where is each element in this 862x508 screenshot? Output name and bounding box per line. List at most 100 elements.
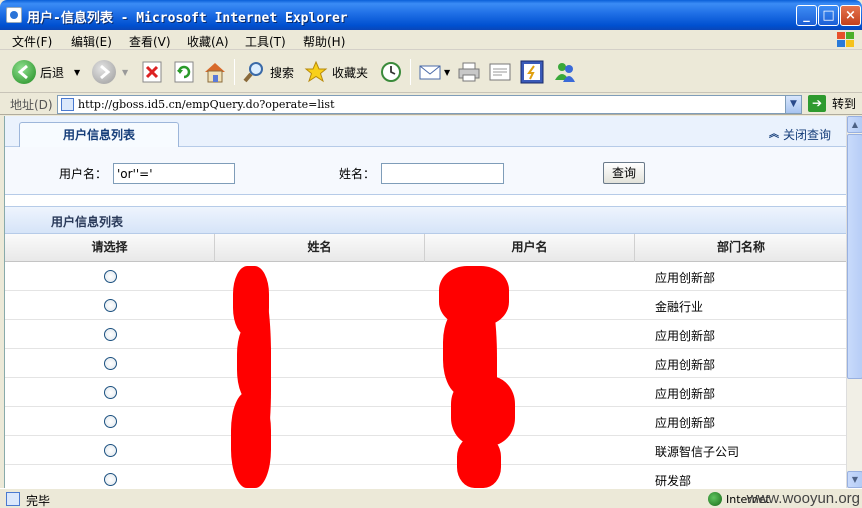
toolbar: 后退 ▼ ▼ 搜索 收藏夹 ▼ bbox=[0, 51, 862, 93]
row-radio[interactable] bbox=[104, 386, 117, 399]
printer-icon bbox=[458, 62, 480, 82]
scroll-down-icon[interactable]: ▼ bbox=[847, 471, 862, 488]
table-row[interactable]: 应用创新部 bbox=[5, 320, 846, 349]
username-input[interactable] bbox=[113, 163, 235, 184]
toolbar-separator bbox=[410, 59, 411, 85]
close-button[interactable]: × bbox=[840, 5, 861, 26]
table-row[interactable]: 应用创新部 bbox=[5, 262, 846, 291]
window-title: 用户-信息列表 - Microsoft Internet Explorer bbox=[27, 11, 348, 26]
print-button[interactable] bbox=[457, 58, 481, 86]
back-arrow-icon bbox=[12, 60, 36, 84]
page-status-icon bbox=[6, 492, 20, 506]
stop-icon bbox=[142, 61, 162, 83]
row-radio[interactable] bbox=[104, 270, 117, 283]
menu-tools[interactable]: 工具(T) bbox=[245, 33, 286, 50]
minimize-button[interactable]: _ bbox=[796, 5, 817, 26]
star-icon bbox=[304, 60, 328, 83]
address-url: http://gboss.id5.cn/empQuery.do?operate=… bbox=[78, 98, 335, 111]
table-row[interactable]: 应用创新部 bbox=[5, 378, 846, 407]
name-label: 姓名： bbox=[339, 167, 376, 181]
row-radio[interactable] bbox=[104, 328, 117, 341]
department-cell: 金融行业 bbox=[655, 300, 704, 314]
messenger-icon bbox=[555, 63, 575, 82]
search-label: 搜索 bbox=[270, 65, 295, 80]
search-panel: 用户名： 姓名： 查询 bbox=[5, 147, 846, 195]
forward-button[interactable]: ▼ bbox=[92, 58, 128, 86]
history-button[interactable] bbox=[379, 58, 403, 86]
maximize-button[interactable]: □ bbox=[818, 5, 839, 26]
search-icon bbox=[243, 62, 263, 83]
column-select: 请选择 bbox=[5, 234, 215, 262]
back-dropdown-icon[interactable]: ▼ bbox=[74, 68, 80, 77]
messenger-tool-button[interactable] bbox=[520, 58, 544, 86]
tab-user-list[interactable]: 用户信息列表 bbox=[19, 122, 179, 148]
row-radio[interactable] bbox=[104, 299, 117, 312]
menu-edit[interactable]: 编辑(E) bbox=[71, 33, 112, 50]
history-icon bbox=[381, 62, 401, 82]
row-radio[interactable] bbox=[104, 473, 117, 486]
table-header: 请选择 姓名 用户名 部门名称 bbox=[5, 234, 846, 262]
table-row[interactable]: 应用创新部 bbox=[5, 349, 846, 378]
scroll-thumb[interactable] bbox=[847, 134, 862, 379]
table-row[interactable]: 联源智信子公司 bbox=[5, 436, 846, 465]
table-row[interactable]: 研发部 bbox=[5, 465, 846, 488]
menu-favorites[interactable]: 收藏(A) bbox=[187, 33, 229, 50]
spacer bbox=[5, 196, 846, 206]
department-cell: 应用创新部 bbox=[655, 416, 716, 430]
home-icon bbox=[205, 63, 225, 83]
go-arrow-icon: ➔ bbox=[808, 95, 826, 112]
scroll-up-icon[interactable]: ▲ bbox=[847, 116, 862, 133]
menu-file[interactable]: 文件(F) bbox=[12, 33, 52, 50]
address-label: 地址(D) bbox=[10, 98, 53, 112]
department-cell: 联源智信子公司 bbox=[655, 445, 740, 459]
department-cell: 应用创新部 bbox=[655, 358, 716, 372]
favorites-button[interactable]: 收藏夹 bbox=[304, 58, 368, 86]
row-radio[interactable] bbox=[104, 415, 117, 428]
mail-icon bbox=[419, 65, 441, 80]
department-cell: 应用创新部 bbox=[655, 387, 716, 401]
home-button[interactable] bbox=[203, 58, 227, 86]
window-titlebar: 用户-信息列表 - Microsoft Internet Explorer _ … bbox=[0, 0, 862, 30]
close-query-link[interactable]: ︽ 关闭查询 bbox=[769, 126, 831, 143]
section-title: 用户信息列表 bbox=[5, 206, 846, 234]
mail-dropdown-icon[interactable]: ▼ bbox=[444, 68, 450, 77]
column-department: 部门名称 bbox=[716, 240, 765, 254]
status-text: 完毕 bbox=[26, 494, 51, 508]
toolbar-separator bbox=[234, 59, 235, 85]
edit-button[interactable] bbox=[488, 58, 512, 86]
row-radio[interactable] bbox=[104, 444, 117, 457]
search-button[interactable]: 搜索 bbox=[242, 58, 294, 86]
messenger-button[interactable] bbox=[553, 58, 577, 86]
page-content: 用户信息列表 ︽ 关闭查询 用户名： 姓名： 查询 用户信息列表 请选择 姓名 … bbox=[4, 116, 846, 488]
windows-logo-icon bbox=[836, 31, 856, 49]
username-label: 用户名： bbox=[59, 167, 108, 181]
edit-page-icon bbox=[489, 63, 511, 81]
internet-globe-icon bbox=[708, 492, 722, 506]
favorites-label: 收藏夹 bbox=[332, 65, 369, 80]
mail-button[interactable]: ▼ bbox=[418, 58, 450, 86]
stop-button[interactable] bbox=[142, 58, 162, 86]
menu-help[interactable]: 帮助(H) bbox=[303, 33, 345, 50]
close-query-label: 关闭查询 bbox=[782, 128, 831, 142]
table-row[interactable]: 应用创新部 bbox=[5, 407, 846, 436]
go-button[interactable]: ➔ 转到 bbox=[808, 95, 856, 112]
ie-page-icon bbox=[6, 7, 22, 23]
watermark: www.wooyun.org bbox=[746, 490, 860, 507]
query-button[interactable]: 查询 bbox=[603, 162, 645, 184]
row-radio[interactable] bbox=[104, 357, 117, 370]
department-cell: 研发部 bbox=[655, 474, 692, 488]
menu-view[interactable]: 查看(V) bbox=[129, 33, 171, 50]
refresh-button[interactable] bbox=[174, 58, 194, 86]
name-input[interactable] bbox=[381, 163, 504, 184]
back-label: 后退 bbox=[40, 65, 65, 80]
menu-bar: 文件(F) 编辑(E) 查看(V) 收藏(A) 工具(T) 帮助(H) bbox=[0, 30, 862, 50]
status-bar: 完毕 Internet www.wooyun.org bbox=[0, 488, 862, 508]
forward-dropdown-icon[interactable]: ▼ bbox=[122, 68, 128, 77]
vertical-scrollbar[interactable]: ▲ ▼ bbox=[846, 116, 862, 488]
double-chevron-up-icon: ︽ bbox=[768, 128, 779, 140]
address-input[interactable]: http://gboss.id5.cn/empQuery.do?operate=… bbox=[57, 95, 802, 114]
address-dropdown-icon[interactable]: ▼ bbox=[785, 96, 801, 113]
table-row[interactable]: 金融行业 bbox=[5, 291, 846, 320]
department-cell: 应用创新部 bbox=[655, 329, 716, 343]
back-button[interactable]: 后退 ▼ bbox=[12, 58, 80, 86]
